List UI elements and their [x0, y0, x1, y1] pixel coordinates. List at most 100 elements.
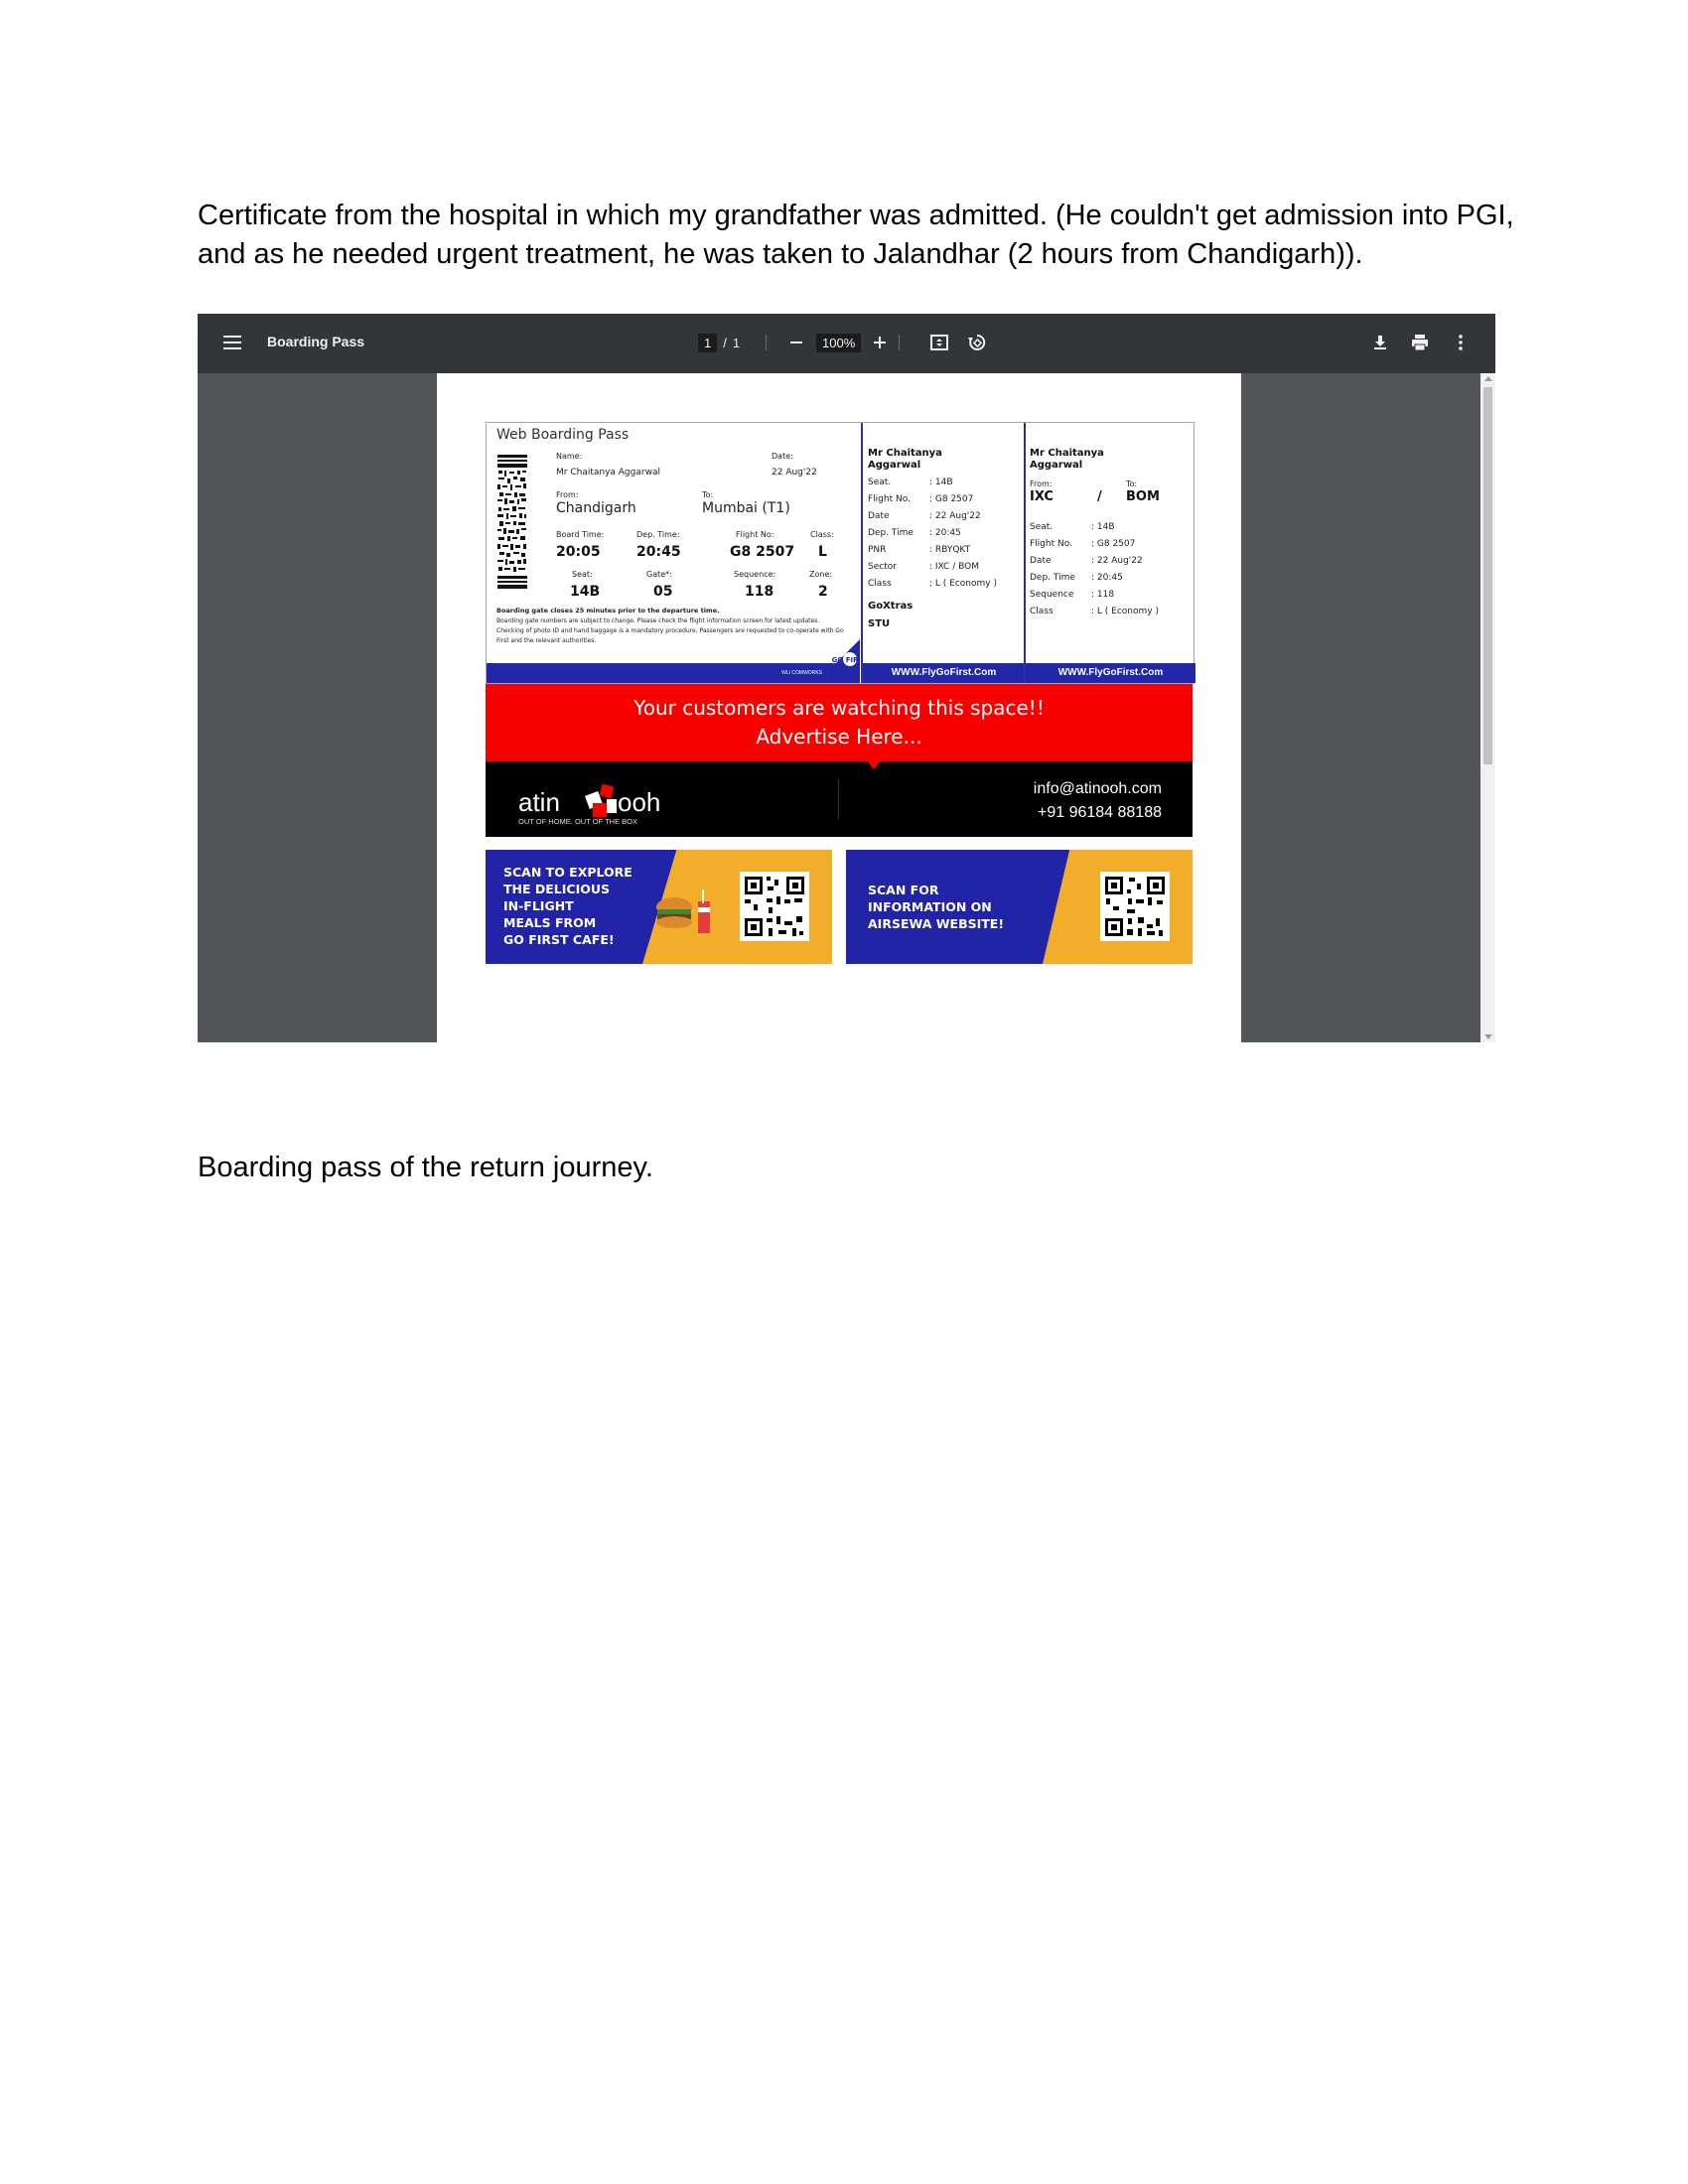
name-label: Name: — [556, 452, 583, 461]
stub1-row-pnr: PNR: RBYQKT — [868, 545, 971, 555]
ad-divider — [838, 779, 839, 819]
go-first-logo-text: GO FIRST — [832, 656, 860, 664]
stub2-row-sequence: Sequence: 118 — [1030, 590, 1115, 600]
ad-phone[interactable]: +91 96184 88188 — [1034, 801, 1162, 825]
ad-logo-right: ooh — [618, 787, 660, 817]
promo-cafe-text: SCAN TO EXPLORE THE DELICIOUS IN-FLIGHT … — [503, 865, 633, 947]
gate-label: Gate*: — [646, 570, 672, 579]
class-code: L — [818, 544, 827, 560]
vertical-scrollbar[interactable] — [1480, 373, 1495, 1042]
scroll-down-arrow-icon[interactable] — [1484, 1034, 1492, 1039]
page-current-input[interactable]: 1 — [698, 333, 718, 352]
stub1-name-line2: Aggarwal — [868, 460, 921, 471]
stub2-row-seat: Seat.: 14B — [1030, 522, 1115, 532]
barcode-icon — [496, 453, 528, 592]
zoom-out-icon[interactable] — [788, 336, 804, 349]
from-city: Chandigarh — [556, 500, 636, 516]
scroll-up-arrow-icon[interactable] — [1484, 376, 1492, 381]
page-indicator: 1 / 1 — [698, 332, 768, 353]
menu-icon[interactable] — [223, 336, 241, 349]
page-separator: / — [723, 335, 727, 350]
pdf-toolbar: Boarding Pass 1 / 1 100% — [198, 314, 1495, 373]
stub2-row-flight: Flight No.: G8 2507 — [1030, 539, 1136, 549]
boarding-pass-title: Web Boarding Pass — [496, 427, 630, 443]
toolbar-divider — [899, 335, 901, 350]
flight-no-label: Flight No: — [736, 530, 774, 539]
page-total: 1 — [732, 335, 741, 350]
stub1-row-date: Date: 22 Aug'22 — [868, 511, 981, 521]
ad-email[interactable]: info@atinooh.com — [1034, 777, 1162, 801]
stub2-name: Mr Chaitanya Aggarwal — [1030, 448, 1104, 472]
flight-no: G8 2507 — [730, 544, 795, 560]
stub1-goxtras: GoXtras — [868, 601, 914, 612]
sequence-label: Sequence: — [734, 570, 776, 579]
fit-page-icon[interactable] — [929, 333, 949, 352]
stub1-row-class: Class: L ( Economy ) — [868, 579, 997, 589]
stub1-row-seat: Seat.: 14B — [868, 478, 953, 487]
pdf-viewer-screenshot: Boarding Pass 1 / 1 100% Web Boarding Pa… — [198, 314, 1495, 1042]
seat-number: 14B — [570, 584, 601, 600]
ad-headline: Your customers are watching this space!!… — [486, 684, 1193, 761]
ad-contact: info@atinooh.com +91 96184 88188 — [1034, 777, 1162, 825]
stub2-to-label: To: — [1126, 479, 1138, 488]
board-time-label: Board Time: — [556, 530, 605, 539]
class-label: Class: — [810, 530, 834, 539]
stub1-stu: STU — [868, 618, 891, 629]
boarding-pass-stub-1: Mr Chaitanya Aggarwal Seat.: 14B Flight … — [861, 423, 1025, 683]
stub2-row-date: Date: 22 Aug'22 — [1030, 556, 1143, 566]
zoom-in-icon[interactable] — [873, 336, 887, 349]
food-icon — [656, 889, 710, 933]
qr-code-icon[interactable] — [1100, 872, 1170, 941]
stub2-to-code: BOM — [1126, 489, 1160, 504]
boarding-notice: Boarding gate closes 25 minutes prior to… — [496, 606, 844, 646]
zoom-level[interactable]: 100% — [816, 333, 862, 352]
promo-card-cafe: SCAN TO EXPLORE THE DELICIOUS IN-FLIGHT … — [486, 850, 832, 964]
date-label: Date: — [772, 452, 793, 461]
ad-notch — [866, 759, 882, 769]
caption-hospital-certificate: Certificate from the hospital in which m… — [198, 200, 1514, 270]
stub2-slash: / — [1097, 489, 1102, 504]
boarding-pass: Web Boarding Pass Name: Mr Chaitanya Agg… — [486, 422, 1196, 684]
stub2-footer-url[interactable]: WWW.FlyGoFirst.Com — [1026, 663, 1196, 683]
print-icon[interactable] — [1410, 333, 1430, 352]
ad-line-1: Your customers are watching this space!! — [633, 696, 1045, 720]
toolbar-divider — [766, 335, 768, 350]
ad-tagline: OUT OF HOME. OUT OF THE BOX — [518, 817, 637, 826]
zone-label: Zone: — [809, 570, 833, 579]
gate-number: 05 — [653, 584, 673, 600]
stub1-row-dep-time: Dep. Time: 20:45 — [868, 528, 961, 538]
boarding-notice-text: Boarding gate numbers are subject to cha… — [496, 617, 844, 644]
passenger-name: Mr Chaitanya Aggarwal — [556, 468, 660, 478]
scroll-thumb[interactable] — [1483, 387, 1492, 764]
boarding-pass-stub-2: Mr Chaitanya Aggarwal From: To: IXC / BO… — [1024, 423, 1196, 683]
document-title: Boarding Pass — [267, 334, 365, 349]
dep-time: 20:45 — [636, 544, 681, 560]
stub1-row-flight: Flight No.: G8 2507 — [868, 494, 974, 504]
stub2-name-line2: Aggarwal — [1030, 460, 1083, 471]
stub1-name-line1: Mr Chaitanya — [868, 448, 942, 459]
stub1-footer-url[interactable]: WWW.FlyGoFirst.Com — [863, 663, 1025, 683]
advertisement-banner: Your customers are watching this space!!… — [486, 684, 1193, 837]
stub2-from-code: IXC — [1030, 489, 1054, 504]
ad-line-2: Advertise Here... — [756, 725, 922, 749]
boarding-pass-main: Web Boarding Pass Name: Mr Chaitanya Agg… — [487, 423, 860, 683]
rotate-icon[interactable] — [967, 333, 987, 352]
stub1-row-sector: Sector: IXC / BOM — [868, 562, 979, 572]
stub1-name: Mr Chaitanya Aggarwal — [868, 448, 942, 472]
ad-logo-left: atin — [518, 787, 560, 817]
to-city: Mumbai (T1) — [702, 500, 790, 516]
pdf-page: Web Boarding Pass Name: Mr Chaitanya Agg… — [437, 373, 1241, 1042]
boarding-notice-bold: Boarding gate closes 25 minutes prior to… — [496, 607, 720, 614]
download-icon[interactable] — [1370, 333, 1390, 352]
promo-airsewa-text: SCAN FOR INFORMATION ON AIRSEWA WEBSITE! — [868, 883, 1005, 931]
board-time: 20:05 — [556, 544, 601, 560]
stub2-name-line1: Mr Chaitanya — [1030, 448, 1104, 459]
sequence-number: 118 — [745, 584, 774, 600]
zone-number: 2 — [818, 584, 828, 600]
promo-card-airsewa: SCAN FOR INFORMATION ON AIRSEWA WEBSITE! — [846, 850, 1193, 964]
footer-small-text: WLI COMWORKS — [781, 670, 822, 676]
to-label: To: — [702, 490, 714, 499]
more-options-icon[interactable] — [1451, 333, 1471, 352]
qr-code-icon[interactable] — [740, 872, 809, 941]
caption-boarding-pass: Boarding pass of the return journey. — [198, 1152, 653, 1183]
